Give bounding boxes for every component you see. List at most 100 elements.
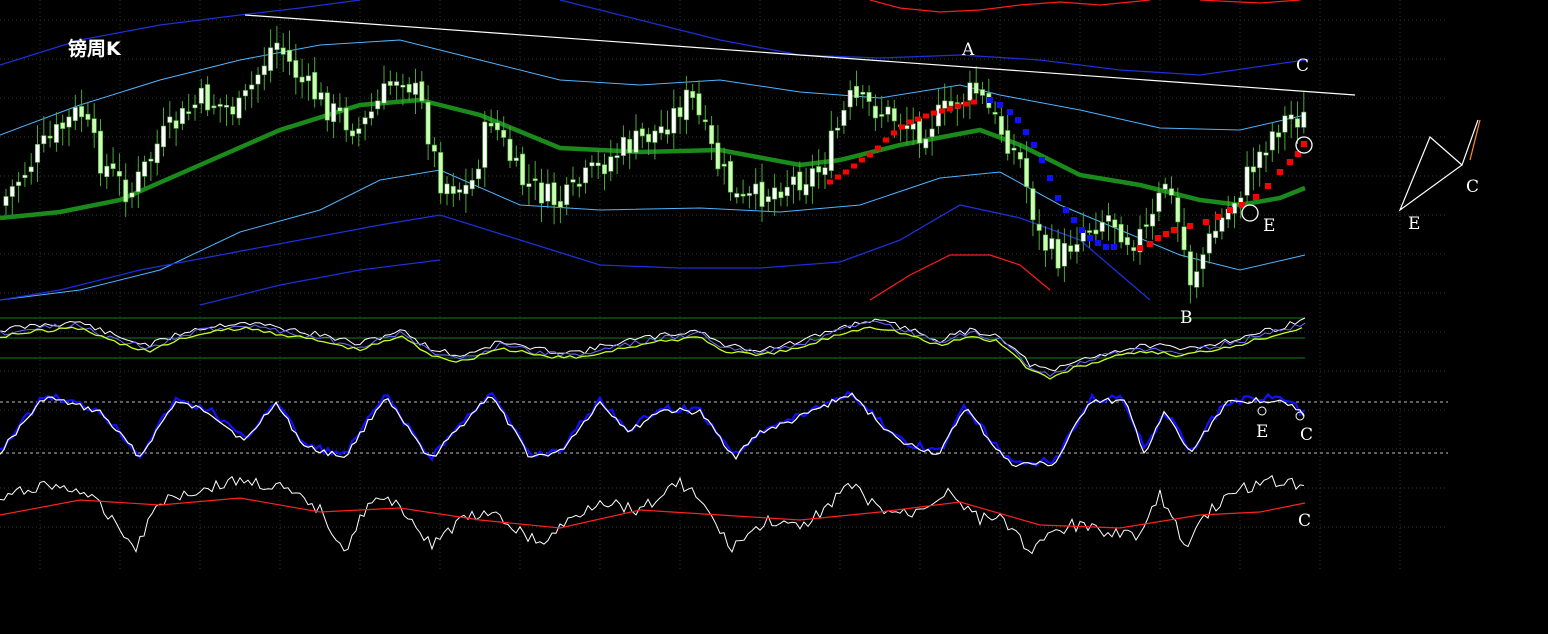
ma-line: [0, 97, 1306, 221]
candle-body: [923, 138, 929, 149]
candle-body: [1011, 147, 1017, 151]
candle-body: [116, 171, 122, 177]
candle-body: [1263, 152, 1269, 156]
candle-body: [835, 127, 841, 131]
candle-body: [948, 100, 954, 107]
candle-body: [595, 162, 601, 167]
sar-dot-down: [1095, 240, 1101, 246]
candle-body: [53, 124, 59, 143]
candle-body: [349, 130, 355, 137]
candle-body: [1162, 183, 1168, 190]
candle-body: [1288, 114, 1294, 120]
candle-body: [324, 92, 330, 121]
sar-dot-down: [1063, 207, 1069, 213]
sar-dot-up: [867, 152, 873, 158]
candle-body: [375, 100, 381, 110]
candle-body: [293, 60, 299, 78]
candle-body: [1257, 151, 1263, 169]
sar-dot-up: [1203, 219, 1209, 225]
candle-body: [816, 166, 822, 173]
sar-dot-up: [971, 99, 977, 105]
candle-body: [482, 121, 488, 168]
band-outer-lower: [199, 259, 441, 306]
candle-body: [1143, 224, 1149, 227]
candle-body: [1194, 271, 1200, 288]
label-c-bottom: C: [1298, 511, 1312, 531]
sar-dot-up: [835, 174, 841, 180]
sar-dot-up: [883, 137, 889, 143]
candle-body: [280, 47, 286, 55]
candle-body: [658, 126, 664, 134]
sar-dot-up: [851, 163, 857, 169]
candle-body: [942, 100, 948, 109]
candle-body: [1074, 244, 1080, 252]
candle-body: [576, 183, 582, 187]
label-e-stoch: E: [1256, 422, 1269, 442]
candle-body: [1024, 158, 1030, 187]
candle-body: [740, 193, 746, 197]
candle-body: [507, 138, 513, 162]
candle-body: [242, 90, 248, 97]
label-e-main: E: [1263, 216, 1276, 236]
candle-body: [66, 116, 72, 128]
candle-body: [419, 81, 425, 102]
candle-body: [904, 125, 910, 130]
candle-body: [1087, 230, 1093, 233]
label-legend-c: C: [1466, 177, 1480, 197]
candle-body: [727, 161, 733, 193]
candle-body: [154, 143, 160, 164]
candle-body: [1282, 115, 1288, 133]
sar-dot-down: [997, 102, 1003, 108]
candle-body: [1276, 132, 1282, 138]
candle-body: [721, 163, 727, 167]
sar-dot-up: [1227, 207, 1233, 213]
candle-body: [1036, 223, 1042, 231]
sar-dot-down: [1047, 175, 1053, 181]
label-c-stoch: C: [1300, 425, 1314, 445]
candle-body: [551, 182, 557, 206]
sar-dot-up: [1277, 169, 1283, 175]
sar-dot-down: [1071, 217, 1077, 223]
candle-body: [601, 164, 607, 175]
candle-body: [501, 129, 507, 138]
trendline: [244, 14, 1356, 96]
candle-body: [526, 183, 532, 187]
candle-body: [709, 125, 715, 145]
candle-body: [614, 155, 620, 158]
sar-dot-down: [987, 97, 993, 103]
candle-body: [992, 111, 998, 115]
band-outer-upper: [0, 0, 361, 66]
sar-dot-up: [1187, 223, 1193, 229]
candle-body: [412, 82, 418, 95]
candle-body: [1244, 166, 1250, 196]
candle-body: [236, 97, 242, 119]
candle-body: [463, 184, 469, 195]
candle-body: [570, 179, 576, 183]
label-b: B: [1180, 308, 1193, 328]
sar-dot-up: [955, 103, 961, 109]
candle-body: [538, 182, 544, 204]
candle-body: [268, 47, 274, 71]
oscillator-2-panel: [0, 474, 1306, 555]
candle-body: [797, 171, 803, 191]
label-legend-e: E: [1408, 214, 1421, 234]
sar-dot-down: [1079, 227, 1085, 233]
candle-body: [494, 122, 500, 131]
label-c-top: C: [1296, 56, 1310, 76]
band-inner-upper: [0, 39, 1306, 136]
candle-body: [28, 166, 34, 173]
candle-body: [60, 122, 66, 129]
candle-body: [1213, 230, 1219, 238]
candle-body: [343, 107, 349, 131]
candle-body: [274, 42, 280, 50]
candle-body: [872, 105, 878, 119]
candle-body: [129, 192, 135, 198]
sar-dot-up: [931, 110, 937, 116]
candle-body: [9, 186, 15, 197]
sar-dot-up: [1155, 235, 1161, 241]
candle-body: [765, 196, 771, 203]
candle-body: [1169, 188, 1175, 196]
candle-body: [753, 183, 759, 195]
candle-body: [305, 75, 311, 82]
oscillator-1-panel: [0, 317, 1306, 380]
